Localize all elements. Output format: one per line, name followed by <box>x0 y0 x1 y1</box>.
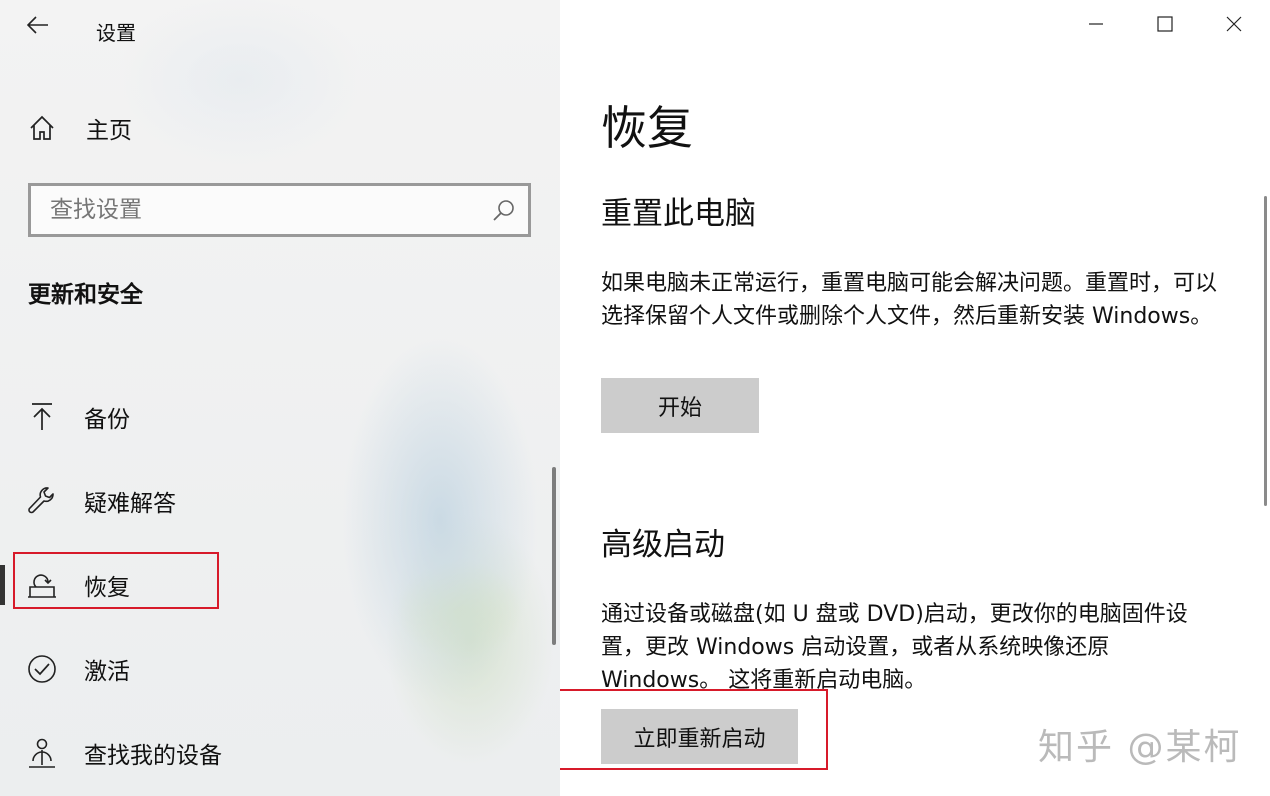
search-input[interactable] <box>31 186 480 234</box>
app-title: 设置 <box>96 21 136 45</box>
restart-now-button[interactable]: 立即重新启动 <box>601 709 798 764</box>
close-button[interactable] <box>1200 0 1268 48</box>
back-arrow-icon <box>27 16 48 34</box>
sidebar-item-recovery[interactable]: 恢复 <box>14 557 534 613</box>
backup-arrow-icon <box>14 389 70 445</box>
minimize-icon <box>1089 23 1103 25</box>
advanced-startup-description: 通过设备或磁盘(如 U 盘或 DVD)启动，更改你的电脑固件设置，更改 Wind… <box>601 602 1188 693</box>
active-indicator <box>0 565 5 605</box>
sidebar-item-find-my-device[interactable]: 查找我的设备 <box>14 725 534 781</box>
sidebar-item-troubleshoot[interactable]: 疑难解答 <box>14 473 534 529</box>
maximize-button[interactable] <box>1131 0 1199 48</box>
sidebar-item-home[interactable]: 主页 <box>14 100 534 156</box>
sidebar-item-backup[interactable]: 备份 <box>14 389 534 445</box>
reset-section-title: 重置此电脑 <box>601 196 756 232</box>
recovery-icon <box>14 557 70 613</box>
sidebar-scrollbar[interactable] <box>552 467 556 645</box>
person-location-icon <box>14 725 70 781</box>
check-circle-icon <box>14 641 70 697</box>
sidebar: 设置 主页 更新和安全 备份 疑难解答 恢复 激活 <box>0 0 560 796</box>
maximize-icon <box>1157 16 1173 32</box>
advanced-startup-title: 高级启动 <box>601 527 725 563</box>
sidebar-item-label: 激活 <box>84 659 130 685</box>
watermark: 知乎 @某柯 <box>1038 727 1242 768</box>
sidebar-item-label: 查找我的设备 <box>84 743 222 769</box>
page-title: 恢复 <box>601 101 693 155</box>
sidebar-item-label: 主页 <box>86 118 132 144</box>
section-title: 更新和安全 <box>28 282 143 308</box>
minimize-button[interactable] <box>1062 0 1130 48</box>
sidebar-item-label: 恢复 <box>84 575 130 601</box>
back-button[interactable] <box>18 8 58 42</box>
sidebar-item-activation[interactable]: 激活 <box>14 641 534 697</box>
search-icon[interactable] <box>480 186 528 234</box>
search-box <box>28 183 531 237</box>
reset-description: 如果电脑未正常运行，重置电脑可能会解决问题。重置时，可以选择保留个人文件或删除个… <box>601 271 1218 329</box>
close-icon <box>1226 16 1242 32</box>
content-scrollbar[interactable] <box>1264 196 1267 506</box>
start-reset-button[interactable]: 开始 <box>601 378 759 433</box>
sidebar-item-label: 疑难解答 <box>84 491 176 517</box>
main-content: 恢复 重置此电脑 如果电脑未正常运行，重置电脑可能会解决问题。重置时，可以选择保… <box>560 0 1270 796</box>
home-icon <box>14 100 70 156</box>
wrench-icon <box>14 473 70 529</box>
sidebar-item-label: 备份 <box>84 407 130 433</box>
